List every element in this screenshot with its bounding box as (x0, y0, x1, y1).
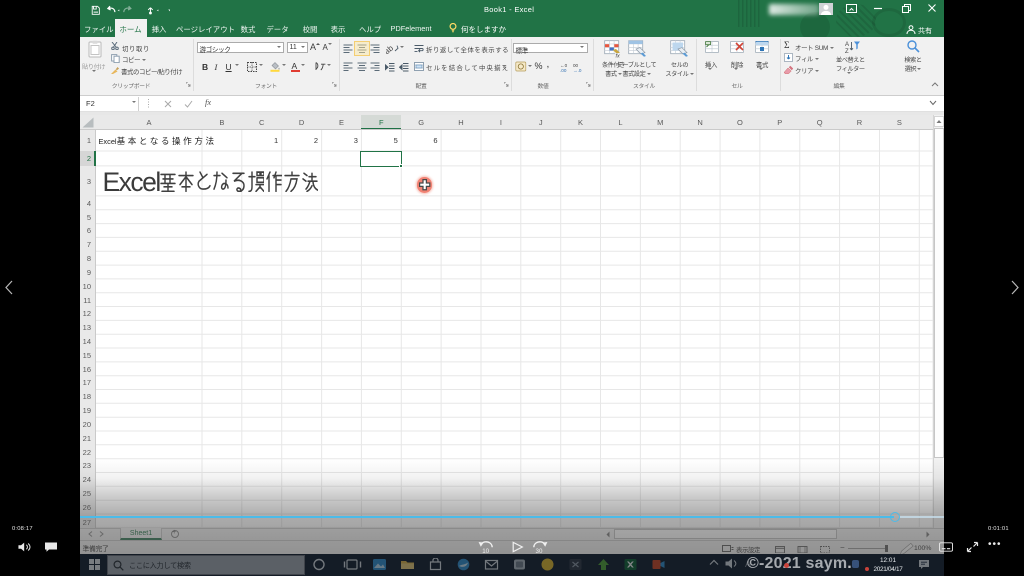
svg-text:→.0: →.0 (573, 68, 582, 72)
svg-text:Z: Z (845, 49, 849, 53)
svg-text:A: A (845, 42, 849, 48)
svg-text:ab: ab (386, 43, 395, 54)
svg-text:fx: fx (616, 54, 621, 59)
svg-text:.00: .00 (560, 68, 567, 72)
svg-text:10: 10 (482, 548, 489, 554)
svg-text:30: 30 (536, 548, 543, 554)
